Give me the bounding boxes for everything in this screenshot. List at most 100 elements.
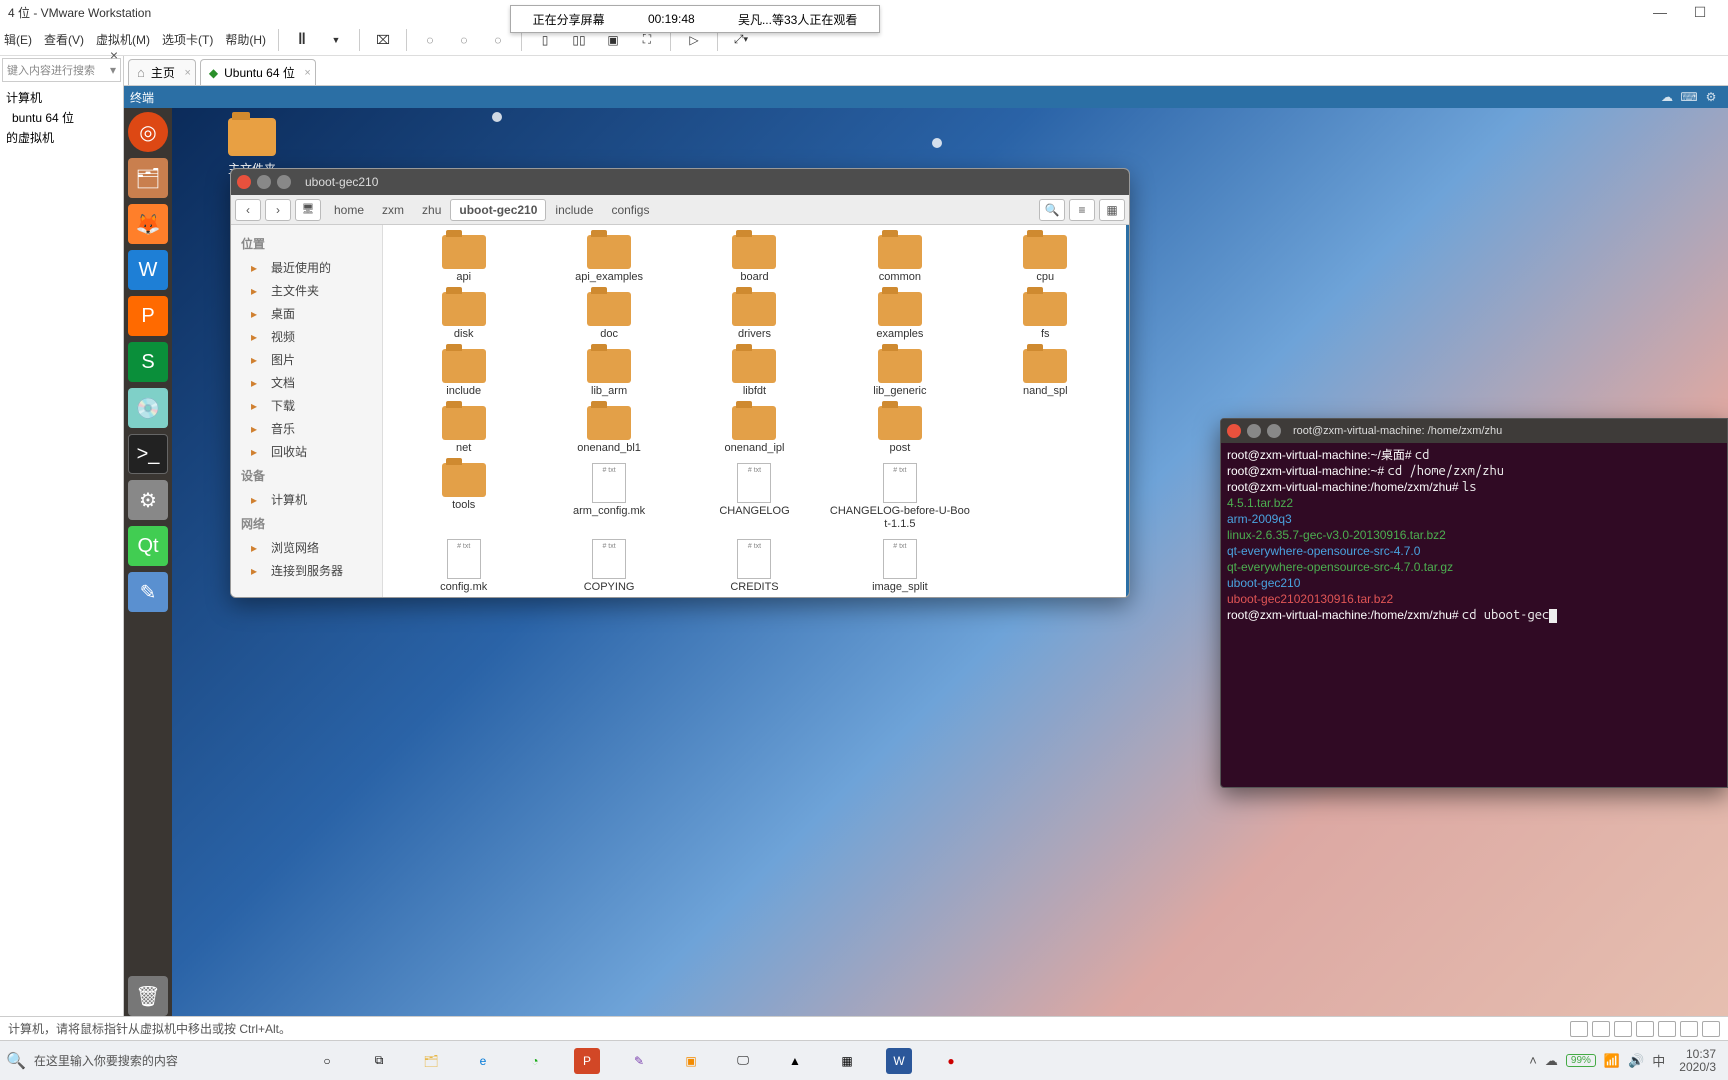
window-close-button[interactable]	[1227, 424, 1241, 438]
file-item[interactable]: examples	[827, 290, 972, 343]
tab-close-icon[interactable]: ×	[184, 67, 190, 79]
system-icon[interactable]: ⚙	[1700, 90, 1722, 104]
suspend-button[interactable]: ‖	[291, 29, 313, 51]
sidebar-item[interactable]: ▸最近使用的	[231, 256, 382, 279]
taskbar-clock[interactable]: 10:37 2020/3	[1673, 1048, 1722, 1074]
breadcrumb-include[interactable]: include	[546, 199, 602, 221]
sidebar-item[interactable]: ▸下载	[231, 394, 382, 417]
terminal-window[interactable]: root@zxm-virtual-machine: /home/zxm/zhu …	[1220, 418, 1728, 788]
network-icon[interactable]: ☁	[1656, 90, 1678, 104]
tray-cloud-icon[interactable]: ☁	[1545, 1053, 1558, 1069]
device-net-icon[interactable]	[1614, 1021, 1632, 1037]
wps-sheet-icon[interactable]: S	[128, 342, 168, 382]
tray-wifi-icon[interactable]: 📶	[1604, 1053, 1620, 1069]
file-manager-titlebar[interactable]: uboot-gec210	[231, 169, 1129, 195]
file-item[interactable]: disk	[391, 290, 536, 343]
file-item[interactable]: net	[391, 404, 536, 457]
recorder-icon[interactable]: ●	[938, 1048, 964, 1074]
search-button[interactable]: 🔍	[1039, 199, 1065, 221]
file-item[interactable]: # txtCREDITS	[682, 537, 827, 596]
files-icon[interactable]: 🗂	[128, 158, 168, 198]
file-item[interactable]: # txtconfig.mk	[391, 537, 536, 596]
sidebar-item[interactable]: ▸音乐	[231, 417, 382, 440]
maximize-button[interactable]: ☐	[1680, 4, 1720, 21]
nav-computer-icon[interactable]: 🖥	[295, 199, 321, 221]
breadcrumb-zxm[interactable]: zxm	[373, 199, 413, 221]
wps-present-icon[interactable]: P	[128, 296, 168, 336]
tray-vol-icon[interactable]: 🔊	[1628, 1053, 1644, 1069]
file-item[interactable]: onenand_bl1	[536, 404, 681, 457]
file-item[interactable]: board	[682, 233, 827, 286]
file-item[interactable]: lib_generic	[827, 347, 972, 400]
dropdown-icon[interactable]: ▾	[110, 63, 116, 77]
taskbar-search[interactable]: 🔍 在这里输入你要搜索的内容	[6, 1046, 286, 1076]
edge-icon[interactable]: e	[470, 1048, 496, 1074]
window-min-button[interactable]	[257, 175, 271, 189]
file-item[interactable]: onenand_ipl	[682, 404, 827, 457]
file-item[interactable]: drivers	[682, 290, 827, 343]
editor-icon[interactable]: ✎	[128, 572, 168, 612]
snapshot-take-button[interactable]: ◌	[419, 29, 441, 51]
menu-vm[interactable]: 虚拟机(M)	[96, 31, 150, 48]
sidebar-item[interactable]: ▸回收站	[231, 440, 382, 463]
terminal-titlebar[interactable]: root@zxm-virtual-machine: /home/zxm/zhu	[1221, 419, 1727, 443]
sidebar-item[interactable]: ▸浏览网络	[231, 536, 382, 559]
breadcrumb-configs[interactable]: configs	[602, 199, 658, 221]
file-item[interactable]: # txtCHANGELOG-before-U-Boot-1.1.5	[827, 461, 972, 533]
menu-help[interactable]: 帮助(H)	[225, 31, 266, 48]
terminal-body[interactable]: root@zxm-virtual-machine:~/桌面# cd root@z…	[1221, 443, 1727, 627]
tree-mine[interactable]: 的虚拟机	[6, 128, 117, 148]
menu-edit[interactable]: 辑(E)	[4, 31, 32, 48]
breadcrumb-home[interactable]: home	[325, 199, 373, 221]
window-min-button[interactable]	[1247, 424, 1261, 438]
sidebar-item[interactable]: ▸主文件夹	[231, 279, 382, 302]
device-sound-icon[interactable]	[1658, 1021, 1676, 1037]
menu-view[interactable]: 查看(V)	[44, 31, 84, 48]
securecrt-icon[interactable]: 🖵	[730, 1048, 756, 1074]
tree-root[interactable]: 计算机	[6, 88, 117, 108]
sidebar-item[interactable]: ▸文档	[231, 371, 382, 394]
file-item[interactable]: api	[391, 233, 536, 286]
close-icon[interactable]: ×	[110, 47, 118, 63]
sidebar-item[interactable]: ▸桌面	[231, 302, 382, 325]
file-item[interactable]: lib_arm	[536, 347, 681, 400]
snapshot-manager-button[interactable]: ◌	[487, 29, 509, 51]
window-max-button[interactable]	[1267, 424, 1281, 438]
device-print-icon[interactable]	[1680, 1021, 1698, 1037]
battery-status[interactable]: 99%	[1566, 1054, 1596, 1067]
device-hdd-icon[interactable]	[1570, 1021, 1588, 1037]
photos-icon[interactable]: ▲	[782, 1048, 808, 1074]
dash-icon[interactable]: ◎	[128, 112, 168, 152]
window-close-button[interactable]	[237, 175, 251, 189]
file-item[interactable]: nand_spl	[973, 347, 1118, 400]
device-usb-icon[interactable]	[1636, 1021, 1654, 1037]
cortana-icon[interactable]: ○	[314, 1048, 340, 1074]
sidebar-item[interactable]: ▸连接到服务器	[231, 559, 382, 582]
explorer-icon[interactable]: 🗂	[418, 1048, 444, 1074]
guest-desktop[interactable]: 主文件夹 uboot-gec210 ‹ › 🖥 homezxmzhuuboot	[172, 108, 1728, 1016]
wps-writer-icon[interactable]: W	[128, 250, 168, 290]
disk-icon[interactable]: 💿	[128, 388, 168, 428]
file-item[interactable]: # txtCHANGELOG	[682, 461, 827, 533]
minimize-button[interactable]: —	[1640, 4, 1680, 20]
file-item[interactable]: cpu	[973, 233, 1118, 286]
firefox-icon[interactable]: 🦊	[128, 204, 168, 244]
file-item[interactable]: libfdt	[682, 347, 827, 400]
word-icon[interactable]: W	[886, 1048, 912, 1074]
nav-back-button[interactable]: ‹	[235, 199, 261, 221]
tab-ubuntu[interactable]: ◆ Ubuntu 64 位 ×	[200, 59, 316, 85]
gridview-button[interactable]: ▦	[1099, 199, 1125, 221]
power-dropdown[interactable]: ▼	[325, 29, 347, 51]
breadcrumb-uboot-gec210[interactable]: uboot-gec210	[450, 199, 546, 221]
device-cd-icon[interactable]	[1592, 1021, 1610, 1037]
file-item[interactable]: # txtarm_config.mk	[536, 461, 681, 533]
wechat-icon[interactable]: ◔	[522, 1048, 548, 1074]
trash-icon[interactable]: 🗑	[128, 976, 168, 1016]
tray-ime[interactable]: 中	[1652, 1051, 1665, 1070]
menu-tabs[interactable]: 选项卡(T)	[162, 31, 213, 48]
powerpoint-icon[interactable]: P	[574, 1048, 600, 1074]
send-ctrl-alt-del-button[interactable]: ⌧	[372, 29, 394, 51]
calculator-icon[interactable]: ▦	[834, 1048, 860, 1074]
nav-forward-button[interactable]: ›	[265, 199, 291, 221]
settings-icon[interactable]: ⚙	[128, 480, 168, 520]
